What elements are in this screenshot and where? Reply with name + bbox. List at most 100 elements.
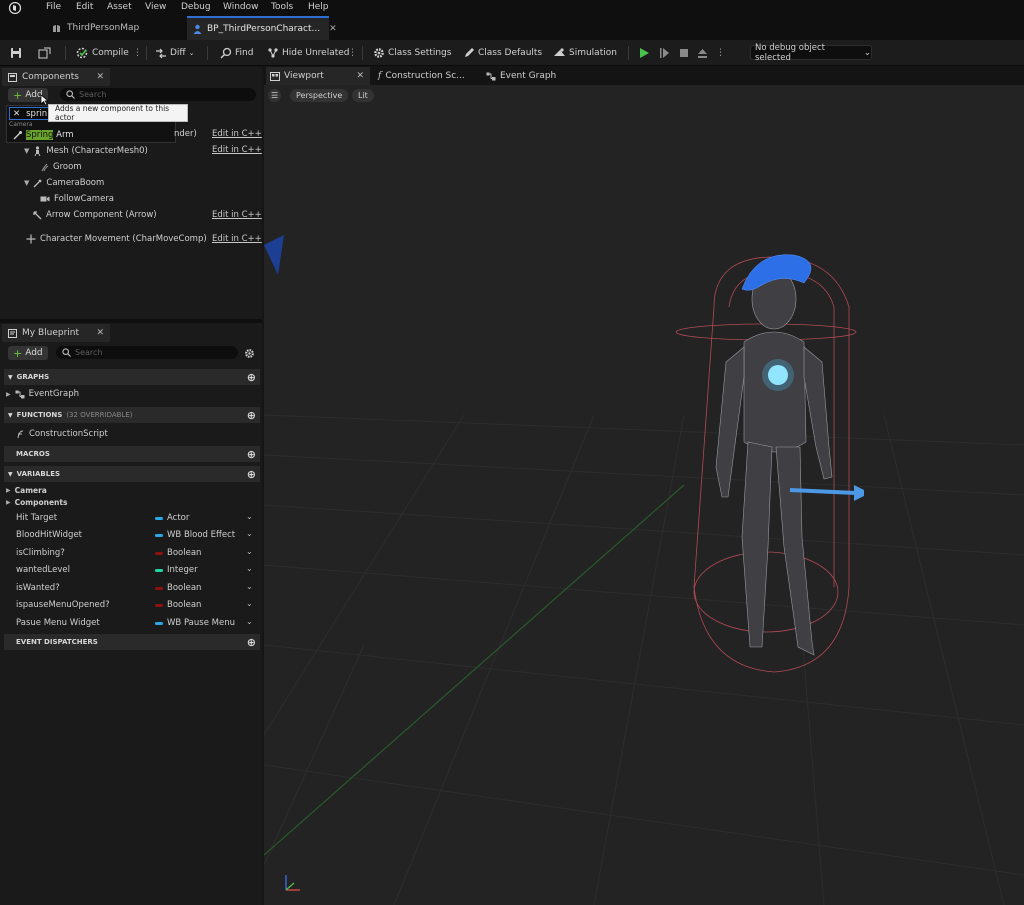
variable-name[interactable]: wantedLevel xyxy=(16,565,70,575)
hide-unrelated-button[interactable]: Hide Unrelated xyxy=(267,45,350,61)
function-item-constructionscript[interactable]: ConstructionScript xyxy=(16,427,108,441)
chevron-down-icon[interactable]: ⌄ xyxy=(246,617,253,626)
add-circle-icon[interactable]: ⊕ xyxy=(247,409,256,422)
menu-edit[interactable]: Edit xyxy=(76,2,93,12)
variable-name[interactable]: Pasue Menu Widget xyxy=(16,618,100,628)
tree-item-arrow-component[interactable]: Arrow Component (Arrow) xyxy=(33,208,157,222)
tree-item-mesh[interactable]: ▼ Mesh (CharacterMesh0) xyxy=(24,144,148,158)
section-title: FUNCTIONS xyxy=(16,411,63,419)
section-graphs[interactable]: ▼ GRAPHS ⊕ xyxy=(4,369,260,385)
components-search-input[interactable]: Search xyxy=(60,88,256,101)
gear-icon[interactable] xyxy=(244,348,255,359)
section-event-dispatchers[interactable]: EVENT DISPATCHERS ⊕ xyxy=(4,634,260,650)
class-settings-button[interactable]: Class Settings xyxy=(373,45,451,61)
debug-object-select[interactable]: No debug object selected ⌄ xyxy=(750,43,872,63)
chevron-down-icon[interactable]: ⌄ xyxy=(246,599,253,608)
save-icon[interactable] xyxy=(10,45,22,61)
tree-item-cameraboom[interactable]: ▼ CameraBoom xyxy=(24,176,104,190)
panel-divider[interactable] xyxy=(0,319,262,323)
clear-filter-icon[interactable]: ✕ xyxy=(13,109,20,119)
tab-third-person-map[interactable]: ThirdPersonMap xyxy=(46,16,181,40)
play-button[interactable] xyxy=(639,45,650,61)
suggestion-spring-arm[interactable]: Spring Arm xyxy=(13,129,74,141)
expand-arrow-icon[interactable]: ▶ xyxy=(6,391,11,398)
chevron-down-icon[interactable]: ⌄ xyxy=(246,564,253,573)
chevron-down-icon[interactable]: ⌄ xyxy=(246,512,253,521)
tree-item-followcamera[interactable]: FollowCamera xyxy=(40,192,114,206)
add-blueprint-item-button[interactable]: + Add xyxy=(8,346,48,360)
compile-button[interactable]: Compile xyxy=(76,45,129,61)
browse-icon[interactable] xyxy=(38,45,52,61)
menu-file[interactable]: File xyxy=(46,2,61,12)
menu-help[interactable]: Help xyxy=(308,2,329,12)
menu-asset[interactable]: Asset xyxy=(107,2,132,12)
unreal-logo-icon[interactable] xyxy=(8,2,22,14)
tab-event-graph[interactable]: Event Graph xyxy=(486,67,556,85)
chevron-down-icon[interactable]: ⌄ xyxy=(246,547,253,556)
tab-viewport[interactable]: Viewport ✕ xyxy=(266,67,370,85)
class-defaults-button[interactable]: Class Defaults xyxy=(463,45,542,61)
perspective-button[interactable]: Perspective xyxy=(290,89,349,102)
simulation-button[interactable]: Simulation xyxy=(553,45,617,61)
edit-in-cpp-link[interactable]: Edit in C++ xyxy=(212,145,262,155)
variable-type[interactable]: WB Blood Effect xyxy=(155,530,235,540)
expand-arrow-icon[interactable]: ▼ xyxy=(24,179,29,187)
step-button[interactable] xyxy=(659,45,670,61)
tree-item-character-movement[interactable]: Character Movement (CharMoveComp) xyxy=(26,232,207,246)
variable-type[interactable]: Integer xyxy=(155,565,198,575)
blueprint-search-input[interactable]: Search xyxy=(56,346,238,359)
pencil-icon xyxy=(463,47,475,59)
expand-arrow-icon[interactable]: ▼ xyxy=(24,147,29,155)
find-button[interactable]: Find xyxy=(220,45,253,61)
graph-item-eventgraph[interactable]: ▶ EventGraph xyxy=(6,387,79,401)
add-circle-icon[interactable]: ⊕ xyxy=(247,468,256,481)
variable-name[interactable]: Hit Target xyxy=(16,513,57,523)
viewport-panel[interactable]: Viewport ✕ f Construction Sc... Event Gr… xyxy=(264,67,1024,905)
variable-type[interactable]: Boolean xyxy=(155,548,201,558)
variable-type[interactable]: Actor xyxy=(155,513,189,523)
section-functions[interactable]: ▼ FUNCTIONS (32 OVERRIDABLE) ⊕ xyxy=(4,407,260,423)
tab-my-blueprint[interactable]: My Blueprint ✕ xyxy=(2,324,110,342)
variable-category-components[interactable]: ▶ Components xyxy=(6,495,67,509)
add-circle-icon[interactable]: ⊕ xyxy=(247,448,256,461)
chevron-down-icon[interactable]: ⌄ xyxy=(246,582,253,591)
menu-window[interactable]: Window xyxy=(223,2,259,12)
variable-name[interactable]: isWanted? xyxy=(16,583,60,593)
edit-in-cpp-link[interactable]: Edit in C++ xyxy=(212,234,262,244)
close-tab-icon[interactable]: ✕ xyxy=(329,24,337,34)
tab-bp-third-person-character[interactable]: BP_ThirdPersonCharact... ✕ xyxy=(187,16,337,40)
variable-name[interactable]: BloodHitWidget xyxy=(16,530,82,540)
compile-options-icon[interactable]: ⋮ xyxy=(133,45,142,61)
stop-button[interactable] xyxy=(679,45,689,61)
variable-type[interactable]: Boolean xyxy=(155,600,201,610)
section-macros[interactable]: MACROS ⊕ xyxy=(4,446,260,462)
chevron-down-icon[interactable]: ⌄ xyxy=(246,529,253,538)
variable-name[interactable]: isClimbing? xyxy=(16,548,65,558)
tree-item-groom[interactable]: Groom xyxy=(40,160,82,174)
menu-view[interactable]: View xyxy=(145,2,166,12)
tab-construction-script[interactable]: f Construction Sc... xyxy=(378,67,465,85)
variable-type[interactable]: Boolean xyxy=(155,583,201,593)
spring-arm-icon xyxy=(13,130,22,140)
section-variables[interactable]: ▼ VARIABLES ⊕ xyxy=(4,466,260,482)
menu-debug[interactable]: Debug xyxy=(181,2,211,12)
add-circle-icon[interactable]: ⊕ xyxy=(247,371,256,384)
play-options-icon[interactable]: ⋮ xyxy=(716,45,725,61)
lit-button[interactable]: Lit xyxy=(352,89,374,102)
close-icon[interactable]: ✕ xyxy=(96,328,104,338)
edit-in-cpp-link[interactable]: Edit in C++ xyxy=(212,210,262,220)
edit-in-cpp-link[interactable]: Edit in C++ xyxy=(212,129,262,139)
eject-button[interactable] xyxy=(697,45,708,61)
diff-button[interactable]: Diff ⌄ xyxy=(155,45,195,61)
tab-components[interactable]: Components ✕ xyxy=(2,68,110,86)
more-options-icon[interactable]: ⋮ xyxy=(348,45,357,61)
add-circle-icon[interactable]: ⊕ xyxy=(247,636,256,649)
variable-name[interactable]: ispauseMenuOpened? xyxy=(16,600,110,610)
viewport-icon xyxy=(270,71,280,81)
section-title: MACROS xyxy=(16,450,50,458)
variable-type[interactable]: WB Pause Menu xyxy=(155,618,235,628)
menu-tools[interactable]: Tools xyxy=(271,2,293,12)
close-icon[interactable]: ✕ xyxy=(96,72,104,82)
character-preview[interactable] xyxy=(664,247,864,687)
close-icon[interactable]: ✕ xyxy=(356,71,364,81)
